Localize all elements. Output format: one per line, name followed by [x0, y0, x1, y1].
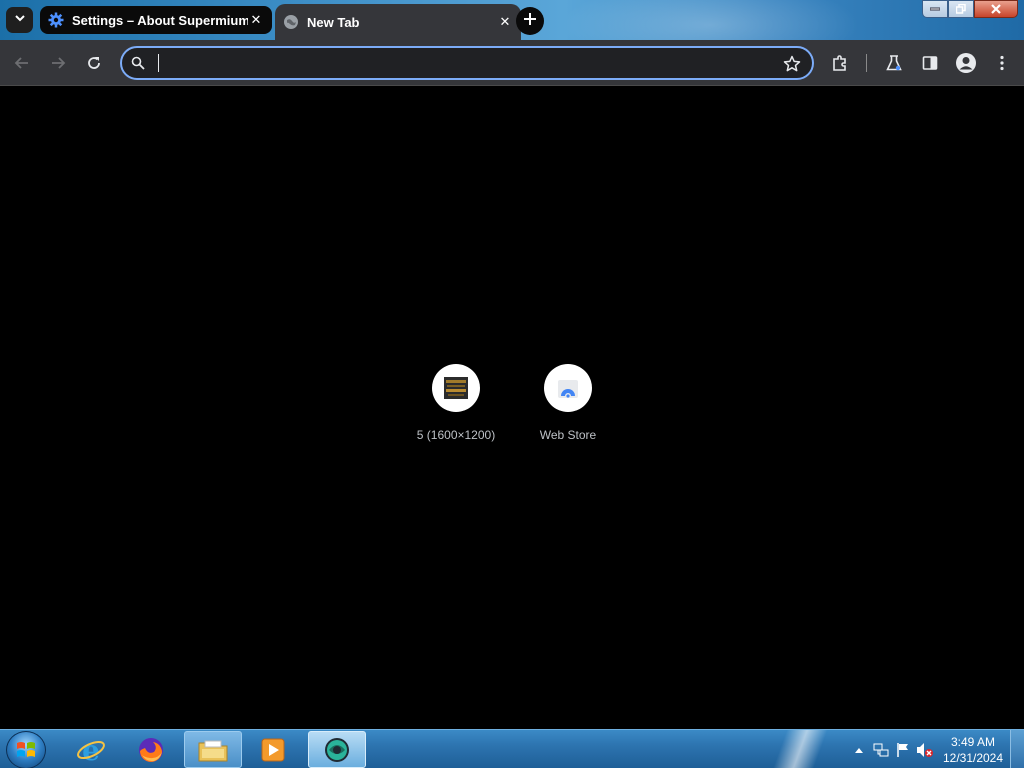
show-hidden-icons-button[interactable] — [848, 739, 870, 761]
system-tray: 3:49 AM 12/31/2024 — [848, 730, 1024, 768]
labs-button[interactable] — [882, 51, 906, 75]
restore-button[interactable] — [948, 0, 974, 18]
tab-settings[interactable]: Settings – About Supermium ✕ — [40, 6, 272, 34]
shortcut-tile[interactable]: Web Store — [512, 364, 624, 460]
close-tab-icon[interactable]: ✕ — [497, 14, 513, 30]
close-tab-icon[interactable]: ✕ — [248, 12, 264, 28]
shortcut-label: Web Store — [539, 428, 597, 442]
gear-icon — [48, 12, 64, 28]
tab-title: Settings – About Supermium — [72, 12, 248, 28]
window-controls — [922, 0, 1018, 18]
taskbar-file-explorer[interactable] — [184, 731, 242, 768]
network-icon[interactable] — [870, 739, 892, 761]
firefox-icon — [139, 737, 163, 762]
forward-arrow-icon — [52, 57, 66, 69]
globe-icon — [283, 14, 299, 30]
reload-icon — [88, 57, 100, 69]
internet-explorer-icon: e — [77, 735, 105, 765]
new-tab-page: 5 (1600×1200) Web Store — [0, 87, 1024, 729]
kebab-menu-icon — [1000, 55, 1004, 71]
reload-button[interactable] — [82, 51, 106, 75]
chevron-up-icon — [855, 747, 863, 753]
windows-logo-icon — [17, 742, 35, 757]
show-desktop-button[interactable] — [1010, 730, 1024, 768]
close-window-button[interactable] — [974, 0, 1018, 18]
plus-icon — [523, 12, 537, 31]
supermium-icon — [325, 737, 349, 762]
bookmark-star-icon[interactable] — [782, 54, 802, 74]
taskbar: e 3:49 AM 12/31/2024 — [0, 729, 1024, 768]
taskbar-firefox[interactable] — [122, 731, 180, 768]
extensions-button[interactable] — [828, 51, 852, 75]
restore-icon — [956, 4, 966, 14]
address-bar[interactable] — [120, 46, 814, 80]
side-panel-button[interactable] — [918, 51, 942, 75]
minimize-icon — [930, 7, 940, 11]
taskbar-supermium[interactable] — [308, 731, 366, 768]
tab-strip: Settings – About Supermium ✕ New Tab ✕ — [0, 0, 1024, 40]
start-button[interactable] — [6, 731, 46, 768]
text-caret — [158, 54, 159, 72]
file-explorer-icon — [198, 740, 228, 761]
tab-title: New Tab — [307, 14, 360, 30]
volume-muted-icon[interactable] — [914, 739, 936, 761]
flask-icon — [886, 55, 902, 71]
shortcut-label: 5 (1600×1200) — [416, 428, 496, 442]
side-panel-icon — [922, 56, 938, 70]
back-button[interactable] — [10, 51, 34, 75]
forward-button[interactable] — [46, 51, 70, 75]
action-center-flag-icon[interactable] — [892, 739, 914, 761]
taskbar-media-player[interactable] — [244, 731, 302, 768]
puzzle-icon — [833, 55, 846, 71]
browser-toolbar — [0, 40, 1024, 86]
toolbar-divider — [866, 54, 867, 72]
search-icon — [131, 56, 147, 72]
svg-text:e: e — [82, 735, 100, 765]
menu-button[interactable] — [990, 51, 1014, 75]
profile-icon — [956, 53, 976, 73]
clock-date: 12/31/2024 — [942, 750, 1004, 765]
shortcut-icon-circle — [432, 364, 480, 412]
media-player-icon — [261, 738, 285, 761]
web-store-icon — [558, 380, 578, 398]
shortcut-tile[interactable]: 5 (1600×1200) — [400, 364, 512, 460]
tab-search-button[interactable] — [6, 7, 33, 33]
clock[interactable]: 3:49 AM 12/31/2024 — [936, 734, 1010, 766]
chevron-down-icon — [14, 11, 26, 29]
tab-new-tab[interactable]: New Tab ✕ — [275, 4, 521, 40]
back-arrow-icon — [14, 57, 28, 69]
profile-button[interactable] — [954, 51, 978, 75]
minimize-button[interactable] — [922, 0, 948, 18]
address-input[interactable] — [156, 53, 776, 73]
taskbar-internet-explorer[interactable]: e — [62, 731, 120, 768]
close-icon — [991, 4, 1001, 14]
shortcut-icon-circle — [544, 364, 592, 412]
new-tab-button[interactable] — [516, 7, 544, 35]
clock-time: 3:49 AM — [950, 734, 996, 749]
thumbnail-image — [444, 377, 468, 399]
